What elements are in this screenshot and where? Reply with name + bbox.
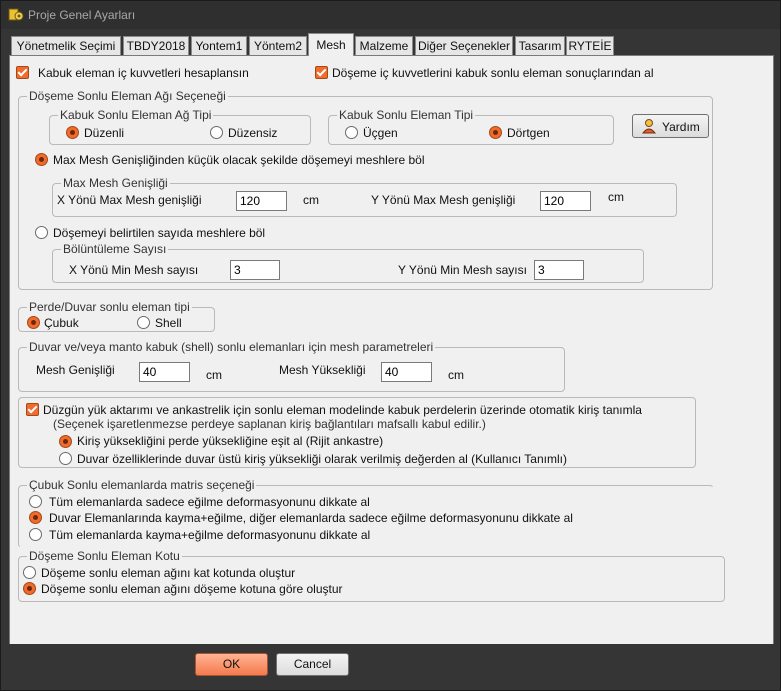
perde-tipi-caption: Perde/Duvar sonlu eleman tipi	[27, 300, 192, 314]
kat-kotu-radio[interactable]	[23, 566, 36, 579]
help-icon	[641, 118, 657, 137]
mesh-genislik-input[interactable]	[139, 362, 190, 382]
ag-tipi-caption: Kabuk Sonlu Eleman Ağ Tipi	[58, 108, 214, 122]
cubuk-radio[interactable]	[27, 316, 40, 329]
y-min-mesh-input[interactable]	[534, 260, 584, 280]
eleman-tipi-caption: Kabuk Sonlu Eleman Tipi	[337, 108, 476, 122]
yardim-button[interactable]: Yardım	[632, 114, 709, 138]
duzensiz-label: Düzensiz	[228, 126, 278, 140]
title-bar[interactable]: Proje Genel Ayarları	[1, 1, 780, 29]
ok-button[interactable]: OK	[195, 653, 268, 676]
x-min-mesh-label: X Yönü Min Mesh sayısı	[69, 263, 199, 277]
tab-diger-secenekler[interactable]: Diğer Seçenekler	[415, 36, 513, 55]
shell-label: Shell	[155, 316, 182, 330]
x-max-mesh-input[interactable]	[236, 191, 287, 211]
kullanici-tanimli-label: Duvar özelliklerinde duvar üstü kiriş yü…	[77, 452, 567, 466]
shell-radio[interactable]	[137, 316, 150, 329]
app-icon	[8, 7, 24, 23]
bolutleme-caption: Bölüntüleme Sayısı	[61, 242, 169, 256]
x-max-mesh-label: X Yönü Max Mesh genişliği	[57, 193, 202, 207]
mesh-yukseklik-unit: cm	[448, 368, 464, 382]
eleman-tipi-group: Kabuk Sonlu Eleman Tipi Üçgen Dörtgen	[328, 108, 614, 145]
kiris-tanimla-checkbox[interactable]	[26, 403, 39, 416]
yardim-label: Yardım	[662, 120, 700, 134]
ucgen-label: Üçgen	[363, 126, 398, 140]
tab-panel: Kabuk eleman iç kuvvetleri hesaplansın D…	[9, 55, 774, 645]
max-mesh-radio-label: Max Mesh Genişliğinden küçük olacak şeki…	[53, 153, 425, 167]
rijit-ankastre-radio[interactable]	[59, 435, 72, 448]
dialog-window: Proje Genel Ayarları Kabuk eleman iç kuv…	[0, 0, 781, 691]
doseme-kotu-radio[interactable]	[23, 582, 36, 595]
dortgen-label: Dörtgen	[507, 126, 550, 140]
tab-mesh[interactable]: Mesh	[308, 33, 354, 56]
tab-yontem2[interactable]: Yöntem2	[249, 36, 307, 55]
cancel-button[interactable]: Cancel	[276, 653, 349, 676]
matris-caption: Çubuk Sonlu elemanlarda matris seçeneği	[27, 478, 257, 492]
tab-yontem1[interactable]: Yontem1	[191, 36, 247, 55]
kotu-group: Döşeme Sonlu Eleman Kotu Döşeme sonlu el…	[18, 549, 725, 602]
kiris-note: (Seçenek işaretlenmezse perdeye saplanan…	[53, 417, 486, 431]
doseme-ic-kuvvet-label: Döşeme iç kuvvetlerini kabuk sonlu elema…	[332, 66, 654, 80]
y-max-mesh-unit: cm	[608, 190, 624, 204]
matris-duvar-kayma-radio[interactable]	[29, 511, 42, 524]
rijit-ankastre-label: Kiriş yüksekliğini perde yüksekliğine eş…	[77, 434, 384, 448]
duzensiz-radio[interactable]	[210, 126, 223, 139]
kullanici-tanimli-radio[interactable]	[59, 452, 72, 465]
sayi-radio[interactable]	[35, 226, 48, 239]
matris-group: Çubuk Sonlu elemanlarda matris seçeneği …	[18, 478, 714, 548]
duvar-mesh-caption: Duvar ve/veya manto kabuk (shell) sonlu …	[27, 340, 436, 354]
cubuk-label: Çubuk	[44, 316, 79, 330]
duzenli-radio[interactable]	[66, 126, 79, 139]
ag-secenegi-caption: Döşeme Sonlu Eleman Ağı Seçeneği	[27, 89, 228, 103]
tab-tasarim[interactable]: Tasarım	[515, 36, 565, 55]
ag-secenegi-group: Döşeme Sonlu Eleman Ağı Seçeneği Kabuk S…	[18, 89, 713, 290]
ucgen-radio[interactable]	[345, 126, 358, 139]
tab-yonetmelik[interactable]: Yönetmelik Seçimi	[11, 36, 121, 55]
duzenli-label: Düzenli	[84, 126, 125, 140]
y-min-mesh-label: Y Yönü Min Mesh sayısı	[398, 263, 527, 277]
tab-malzeme[interactable]: Malzeme	[355, 36, 413, 55]
y-max-mesh-label: Y Yönü Max Mesh genişliği	[371, 193, 516, 207]
matris-egilme-radio[interactable]	[29, 495, 42, 508]
max-mesh-group: Max Mesh Genişliği X Yönü Max Mesh geniş…	[52, 176, 677, 217]
window-title: Proje Genel Ayarları	[28, 8, 136, 22]
kiris-tanimla-label: Düzgün yük aktarımı ve ankastrelik için …	[43, 403, 642, 417]
matris-tum-kayma-label: Tüm elemanlarda kayma+eğilme deformasyon…	[49, 528, 371, 542]
kabuk-ic-kuvvet-label: Kabuk eleman iç kuvvetleri hesaplansın	[38, 66, 249, 80]
mesh-genislik-label: Mesh Genişliği	[36, 363, 115, 377]
doseme-ic-kuvvet-checkbox[interactable]	[315, 66, 328, 79]
ag-tipi-group: Kabuk Sonlu Eleman Ağ Tipi Düzenli Düzen…	[49, 108, 311, 145]
x-max-mesh-unit: cm	[303, 193, 319, 207]
y-max-mesh-input[interactable]	[540, 191, 591, 211]
perde-tipi-group: Perde/Duvar sonlu eleman tipi Çubuk Shel…	[18, 300, 215, 332]
mesh-yukseklik-label: Mesh Yüksekliği	[279, 363, 366, 377]
max-mesh-caption: Max Mesh Genişliği	[61, 176, 170, 190]
sayi-radio-label: Döşemeyi belirtilen sayıda meshlere böl	[53, 226, 266, 240]
matris-duvar-kayma-label: Duvar Elemanlarında kayma+eğilme, diğer …	[49, 511, 573, 525]
kabuk-ic-kuvvet-checkbox[interactable]	[16, 66, 29, 79]
matris-tum-kayma-radio[interactable]	[29, 528, 42, 541]
mesh-genislik-unit: cm	[206, 368, 222, 382]
matris-egilme-label: Tüm elemanlarda sadece eğilme deformasyo…	[49, 495, 370, 509]
kat-kotu-label: Döşeme sonlu eleman ağını kat kotunda ol…	[41, 566, 296, 580]
tab-ryteie[interactable]: RYTEİE	[566, 36, 614, 55]
mesh-yukseklik-input[interactable]	[381, 362, 432, 382]
max-mesh-radio[interactable]	[35, 153, 48, 166]
dialog-footer: OK Cancel	[1, 644, 780, 690]
x-min-mesh-input[interactable]	[230, 260, 280, 280]
tab-tbdy2018[interactable]: TBDY2018	[123, 36, 189, 55]
kiris-group: Düzgün yük aktarımı ve ankastrelik için …	[18, 397, 696, 468]
duvar-mesh-group: Duvar ve/veya manto kabuk (shell) sonlu …	[18, 340, 565, 392]
doseme-kotu-label: Döşeme sonlu eleman ağını döşeme kotuna …	[41, 582, 343, 596]
bolutleme-group: Bölüntüleme Sayısı X Yönü Min Mesh sayıs…	[52, 242, 644, 283]
dortgen-radio[interactable]	[489, 126, 502, 139]
kotu-caption: Döşeme Sonlu Eleman Kotu	[27, 549, 182, 563]
